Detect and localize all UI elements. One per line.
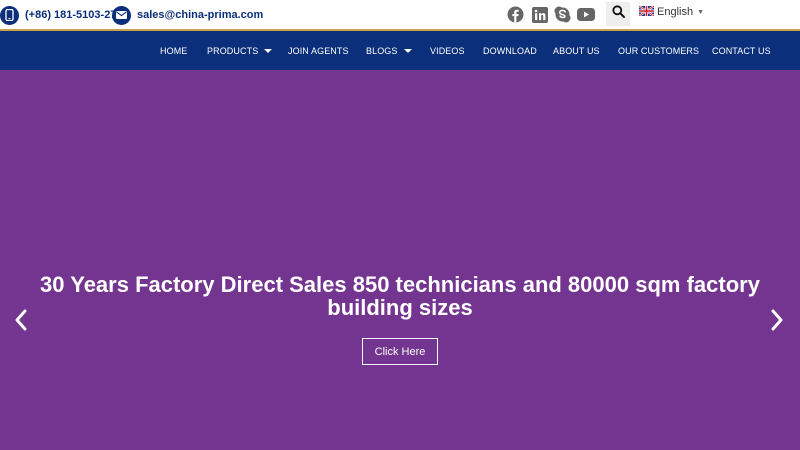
language-selector[interactable]: English ▼ (638, 4, 705, 19)
hero-slider: 30 Years Factory Direct Sales 850 techni… (0, 70, 800, 450)
email-contact[interactable]: sales@china-prima.com (112, 5, 263, 25)
nav-item-label: VIDEOS (430, 46, 465, 56)
youtube-icon[interactable] (576, 6, 595, 23)
click-here-button[interactable]: Click Here (362, 338, 438, 365)
nav-item-our-customers[interactable]: OUR CUSTOMERS (618, 44, 699, 58)
phone-contact[interactable]: (+86) 181-5103-2788 (0, 5, 129, 25)
nav-item-join-agents[interactable]: JOIN AGENTS (288, 44, 349, 58)
nav-item-label: JOIN AGENTS (288, 46, 349, 56)
nav-item-label: HOME (160, 46, 188, 56)
nav-item-download[interactable]: DOWNLOAD (483, 44, 537, 58)
hero-title-line-1: 30 Years Factory Direct Sales 850 techni… (40, 272, 760, 297)
main-nav: HOME PRODUCTS JOIN AGENTS BLOGS VIDEOS D… (0, 31, 800, 70)
nav-item-label: CONTACT US (712, 46, 771, 56)
nav-item-blogs[interactable]: BLOGS (366, 44, 412, 58)
email-address[interactable]: sales@china-prima.com (137, 9, 263, 21)
nav-item-products[interactable]: PRODUCTS (207, 44, 273, 58)
hero-title-line-2: building sizes (327, 295, 473, 320)
nav-item-label: ABOUT US (553, 46, 600, 56)
nav-item-contact-us[interactable]: CONTACT US (712, 44, 771, 58)
nav-item-label: DOWNLOAD (483, 46, 537, 56)
phone-icon (0, 5, 19, 25)
envelope-icon (112, 5, 131, 25)
hero-title: 30 Years Factory Direct Sales 850 techni… (20, 273, 780, 319)
nav-item-label: PRODUCTS (207, 46, 259, 56)
language-label: English (657, 6, 694, 18)
caret-down-icon (403, 49, 412, 53)
caret-down-icon (264, 49, 273, 53)
nav-item-label: BLOGS (366, 46, 398, 56)
nav-item-about-us[interactable]: ABOUT US (553, 44, 600, 58)
chevron-down-icon: ▼ (697, 8, 705, 16)
next-slide-button[interactable] (766, 309, 788, 336)
top-bar: (+86) 181-5103-2788 sales@china-prima.co… (0, 0, 800, 31)
nav-item-label: OUR CUSTOMERS (618, 46, 700, 56)
search-icon (611, 5, 625, 23)
skype-icon[interactable] (554, 6, 571, 23)
linkedin-icon[interactable] (531, 6, 548, 23)
search-button[interactable] (606, 2, 630, 26)
facebook-icon[interactable] (507, 6, 524, 23)
chevron-right-icon (770, 309, 784, 336)
uk-flag-icon (638, 4, 655, 19)
nav-item-home[interactable]: HOME (160, 44, 187, 58)
nav-item-videos[interactable]: VIDEOS (430, 44, 465, 58)
